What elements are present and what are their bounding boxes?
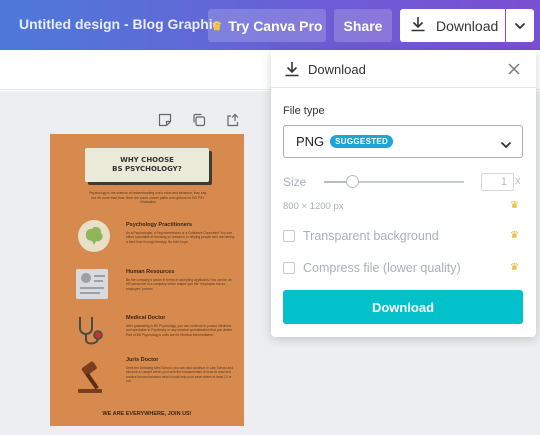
- size-suffix: x: [515, 175, 521, 187]
- item-text: After graduating in BS Psychology, you c…: [126, 324, 234, 337]
- download-options-toggle[interactable]: [506, 9, 534, 42]
- top-bar: Untitled design - Blog Graphic ♛ Try Can…: [0, 0, 540, 50]
- infographic-title-line2: BS PSYCHOLOGY?: [112, 165, 182, 173]
- download-button-label: Download: [371, 299, 435, 315]
- item-title: Medical Doctor: [126, 315, 166, 321]
- download-button[interactable]: Download: [283, 290, 523, 324]
- transparent-background-checkbox[interactable]: [283, 230, 295, 242]
- transparent-background-option[interactable]: Transparent background: [283, 229, 439, 243]
- share-add-icon[interactable]: [225, 112, 241, 128]
- file-type-select[interactable]: PNG SUGGESTED: [283, 125, 523, 158]
- infographic-title-card: WHY CHOOSE BS PSYCHOLOGY?: [85, 148, 209, 182]
- item-title: Psychology Practitioners: [126, 222, 193, 228]
- gavel-icon: [74, 360, 110, 396]
- download-header-label: Download: [436, 17, 499, 34]
- download-header-button[interactable]: Download: [400, 9, 505, 42]
- compress-file-checkbox[interactable]: [283, 262, 295, 274]
- item-text: Be the company's savior in terms of acce…: [126, 278, 232, 291]
- crown-icon: ♛: [510, 262, 519, 273]
- size-value: 1: [500, 176, 507, 188]
- infographic-title-line1: WHY CHOOSE: [120, 156, 174, 164]
- crown-icon: ♛: [510, 200, 519, 211]
- profile-icon: [74, 266, 110, 302]
- download-icon: [284, 61, 300, 82]
- infographic-intro: Psychology is the science of understandi…: [89, 191, 207, 204]
- try-canva-pro-label: Try Canva Pro: [228, 17, 323, 34]
- chevron-down-icon: [500, 136, 512, 154]
- stethoscope-icon: [72, 314, 108, 350]
- note-icon[interactable]: [157, 112, 173, 128]
- download-panel-title: Download: [308, 62, 366, 77]
- crown-icon: ♛: [510, 230, 519, 241]
- file-type-value: PNG: [296, 134, 325, 149]
- page-tools: [157, 112, 241, 128]
- size-label: Size: [283, 175, 307, 189]
- item-title: Human Resources: [126, 269, 175, 275]
- share-button[interactable]: Share: [334, 9, 392, 42]
- item-title: Juris Doctor: [126, 357, 159, 363]
- document-title[interactable]: Untitled design - Blog Graphic: [19, 16, 220, 32]
- download-icon: [410, 16, 426, 35]
- share-label: Share: [343, 17, 383, 34]
- file-type-label: File type: [283, 105, 325, 117]
- close-icon[interactable]: [506, 61, 522, 77]
- try-canva-pro-button[interactable]: ♛ Try Canva Pro: [208, 9, 326, 42]
- suggested-badge: SUGGESTED: [330, 135, 394, 148]
- compress-file-label: Compress file (lower quality): [303, 261, 461, 275]
- dimensions-text: 800 × 1200 px: [283, 201, 344, 212]
- download-panel: Download File type PNG SUGGESTED Size 1 …: [271, 50, 536, 337]
- item-text: As a Psychologist, a Psychometrician or …: [126, 231, 235, 244]
- size-input[interactable]: 1: [481, 173, 514, 191]
- download-panel-header: Download: [271, 50, 536, 88]
- infographic-footer: WE ARE EVERYWHERE, JOIN US!: [102, 411, 192, 417]
- compress-file-option[interactable]: Compress file (lower quality): [283, 261, 461, 275]
- crown-icon: ♛: [211, 18, 223, 33]
- item-text: Seek the Debating Med School, you can al…: [126, 366, 234, 384]
- size-slider-thumb[interactable]: [346, 175, 359, 188]
- transparent-background-label: Transparent background: [303, 229, 439, 243]
- chevron-down-icon: [514, 17, 526, 35]
- design-page[interactable]: WHY CHOOSE BS PSYCHOLOGY? Psychology is …: [50, 134, 244, 426]
- brain-icon: [76, 218, 112, 254]
- duplicate-icon[interactable]: [191, 112, 207, 128]
